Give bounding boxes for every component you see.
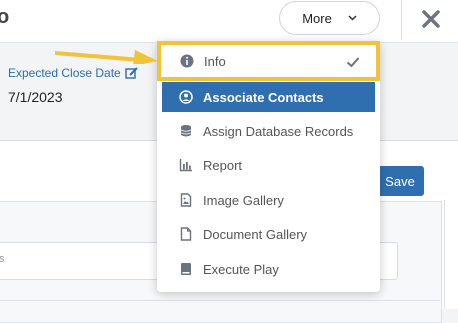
edit-icon[interactable] (125, 66, 138, 80)
menu-item-image-gallery[interactable]: Image Gallery (162, 185, 375, 215)
more-button[interactable]: More (279, 1, 380, 35)
panel-edge (444, 200, 445, 309)
more-dropdown-menu: Info Associate Contacts Assign Database … (157, 41, 380, 292)
more-button-label: More (302, 10, 332, 26)
close-icon[interactable] (419, 3, 443, 33)
info-circle-icon (180, 54, 194, 68)
bar-chart-icon (179, 158, 193, 172)
chevron-down-icon (348, 13, 357, 24)
checkmark-icon (346, 55, 360, 69)
menu-item-report[interactable]: Report (162, 150, 375, 180)
top-bar: o More (0, 0, 458, 43)
menu-item-assign-database-records[interactable]: Assign Database Records (162, 116, 375, 146)
toolbar-divider (401, 0, 402, 40)
menu-item-execute-play[interactable]: Execute Play (162, 254, 375, 284)
highlight-arrow-icon (55, 50, 158, 64)
menu-item-label: Execute Play (203, 261, 279, 277)
field-placeholder: s (0, 253, 5, 265)
menu-item-label: Image Gallery (203, 192, 284, 208)
database-icon (179, 124, 193, 138)
expected-close-date-value: 7/1/2023 (8, 89, 63, 105)
expected-close-date-label[interactable]: Expected Close Date (8, 66, 138, 80)
menu-item-associate-contacts[interactable]: Associate Contacts (162, 82, 375, 112)
menu-item-label: Report (203, 157, 243, 173)
menu-item-document-gallery[interactable]: Document Gallery (162, 219, 375, 249)
menu-item-label: Document Gallery (203, 226, 308, 242)
user-circle-icon (179, 90, 193, 104)
menu-item-label: Associate Contacts (203, 89, 324, 105)
panel-divider (0, 300, 440, 301)
book-icon (179, 262, 193, 276)
save-button[interactable]: Save (376, 166, 424, 196)
menu-item-info[interactable]: Info (157, 41, 380, 81)
document-icon (179, 227, 193, 241)
menu-item-label: Info (204, 53, 226, 69)
truncated-title-glyph: o (0, 6, 10, 28)
image-file-icon (179, 193, 193, 207)
menu-item-label: Assign Database Records (203, 123, 354, 139)
